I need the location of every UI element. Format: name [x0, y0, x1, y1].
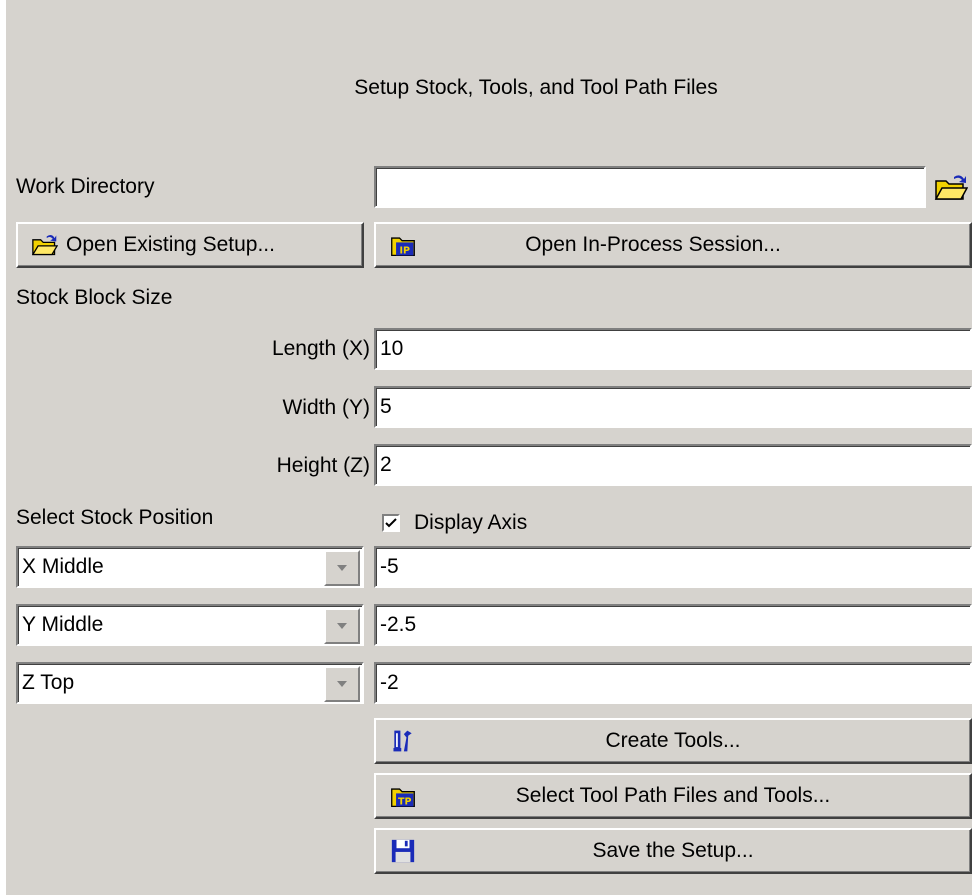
- work-directory-input[interactable]: [374, 166, 926, 208]
- stock-block-size-heading: Stock Block Size: [16, 286, 173, 309]
- chevron-down-icon[interactable]: [324, 550, 360, 586]
- width-label: Width (Y): [282, 396, 370, 419]
- folder-open-icon[interactable]: [930, 166, 972, 208]
- open-existing-setup-label: Open Existing Setup...: [66, 233, 275, 256]
- y-position-select[interactable]: Y Middle: [16, 604, 364, 646]
- x-offset-input[interactable]: -5: [374, 546, 972, 588]
- display-axis-checkbox[interactable]: Display Axis: [382, 508, 527, 538]
- svg-text:TP: TP: [398, 797, 411, 808]
- height-input[interactable]: 2: [374, 444, 972, 486]
- length-label: Length (X): [271, 337, 370, 360]
- select-stock-position-heading: Select Stock Position: [16, 506, 214, 529]
- left-edge: [0, 0, 6, 895]
- x-position-select[interactable]: X Middle: [16, 546, 364, 588]
- z-offset-input[interactable]: -2: [374, 662, 972, 704]
- open-existing-setup-button[interactable]: Open Existing Setup...: [16, 222, 364, 268]
- open-inprocess-session-button[interactable]: IP Open In-Process Session...: [374, 222, 972, 268]
- tools-icon: [393, 730, 412, 752]
- select-tool-path-files-button[interactable]: TP Select Tool Path Files and Tools...: [374, 773, 972, 819]
- dialog-title: Setup Stock, Tools, and Tool Path Files: [354, 76, 718, 99]
- save-setup-button[interactable]: Save the Setup...: [374, 828, 972, 874]
- create-tools-label: Create Tools...: [605, 729, 741, 752]
- save-disk-icon: [391, 839, 415, 863]
- height-label: Height (Z): [276, 454, 370, 477]
- svg-text:IP: IP: [399, 246, 410, 257]
- chevron-down-icon[interactable]: [324, 608, 360, 644]
- length-input[interactable]: 10: [374, 328, 972, 370]
- select-tool-path-files-label: Select Tool Path Files and Tools...: [515, 784, 831, 807]
- create-tools-button[interactable]: Create Tools...: [374, 718, 972, 764]
- checkbox-check-icon: [382, 514, 400, 532]
- display-axis-label: Display Axis: [414, 511, 528, 534]
- width-input[interactable]: 5: [374, 386, 972, 428]
- y-offset-input[interactable]: -2.5: [374, 604, 972, 646]
- z-position-select-value: Z Top: [22, 671, 75, 694]
- z-position-select[interactable]: Z Top: [16, 662, 364, 704]
- save-setup-label: Save the Setup...: [592, 839, 754, 862]
- chevron-down-icon[interactable]: [324, 666, 360, 702]
- y-position-select-value: Y Middle: [22, 613, 104, 636]
- ip-folder-icon: TP: [391, 788, 415, 808]
- work-directory-label: Work Directory: [16, 175, 155, 198]
- folder-open-icon: [32, 234, 58, 256]
- open-inprocess-session-label: Open In-Process Session...: [525, 233, 781, 256]
- x-position-select-value: X Middle: [22, 555, 104, 578]
- ip-folder-icon: IP: [391, 237, 415, 257]
